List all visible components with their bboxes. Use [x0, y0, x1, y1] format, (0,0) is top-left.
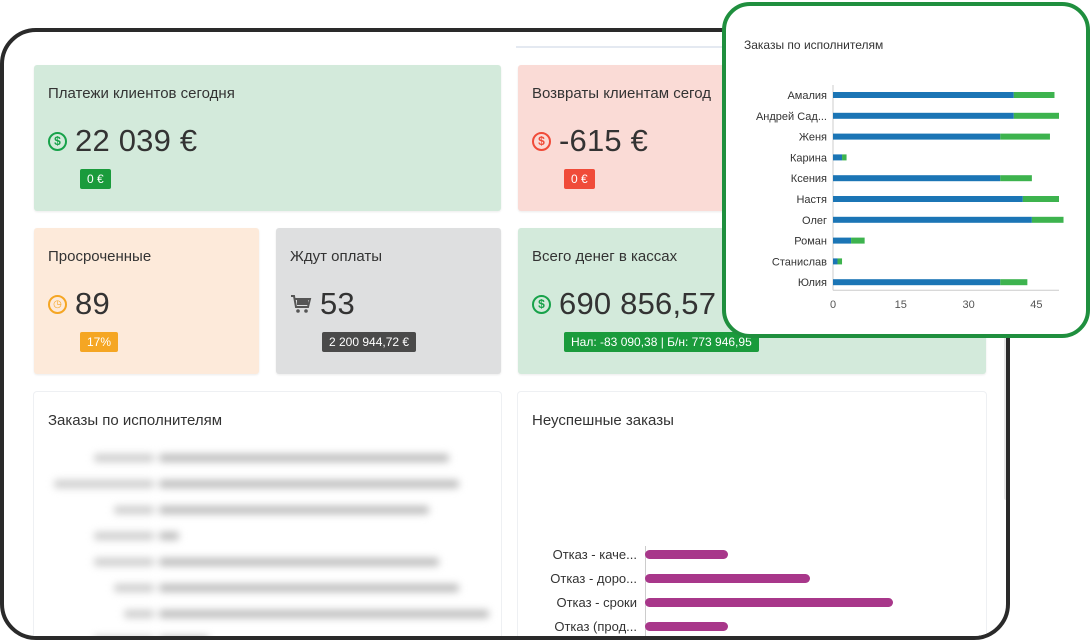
x-tick-label: 0: [830, 299, 836, 311]
refunds-today-badge: 0 €: [564, 169, 595, 189]
failed-orders-bar: [645, 550, 728, 559]
awaiting-payment-title: Ждут оплаты: [290, 248, 383, 265]
executor-bar-segment: [833, 279, 1001, 286]
payments-today-card[interactable]: Платежи клиентов сегодня $ 22 039 € 0 €: [34, 65, 501, 211]
dollar-icon: $: [48, 131, 67, 151]
orders-by-executors-title: Заказы по исполнителям: [48, 412, 223, 429]
overdue-value: 89: [75, 286, 110, 321]
executor-bar-segment: [1000, 133, 1050, 140]
executor-bar-segment: [833, 175, 1001, 182]
executor-bar-segment: [1013, 92, 1055, 98]
executor-label: Ксения: [791, 173, 827, 185]
executor-label: Андрей Сад...: [756, 111, 827, 123]
executor-bar-segment: [1031, 216, 1064, 223]
payments-today-badge: 0 €: [80, 169, 111, 189]
executor-bar-segment: [833, 92, 1014, 98]
executor-bar-segment: [1000, 175, 1032, 182]
failed-orders-title: Неуспешные заказы: [532, 412, 674, 429]
dollar-icon: $: [532, 131, 551, 151]
executor-bar-segment: [833, 258, 838, 265]
awaiting-payment-card[interactable]: Ждут оплаты 53 2 200 944,72 €: [276, 228, 501, 374]
cart-icon: [291, 295, 312, 313]
failed-orders-bar: [645, 598, 893, 607]
failed-orders-panel: Неуспешные заказы Отказ - каче... Отказ -…: [518, 392, 986, 636]
executor-label: Женя: [799, 132, 827, 144]
cash-total-value: 690 856,57: [559, 286, 717, 321]
cash-total-title: Всего денег в кассах: [532, 248, 678, 265]
executor-bar-segment: [833, 237, 852, 244]
executor-label: Карина: [790, 152, 828, 164]
payments-today-value: 22 039 €: [75, 123, 198, 158]
executor-bar-segment: [1000, 279, 1028, 286]
executor-bar-segment: [833, 133, 1001, 140]
executor-label: Амалия: [787, 90, 827, 102]
failed-orders-bar: [645, 622, 728, 631]
failed-orders-category-label: Отказ - сроки: [556, 595, 637, 610]
awaiting-payment-value: 53: [320, 286, 355, 321]
refunds-today-title: Возвраты клиентам сегод: [532, 85, 711, 102]
executor-label: Настя: [796, 194, 827, 206]
executor-bar-segment: [833, 196, 1023, 202]
clock-icon: ◷: [48, 294, 67, 314]
dollar-icon: $: [532, 294, 551, 314]
overdue-title: Просроченные: [48, 248, 152, 265]
failed-orders-category-label: Отказ - доро...: [550, 571, 637, 586]
failed-orders-category-label: Отказ (прод...: [554, 619, 637, 634]
executor-bar-segment: [851, 237, 865, 244]
cash-total-badge: Нал: -83 090,38 | Б/н: 773 946,95: [564, 332, 759, 352]
executor-label: Юлия: [798, 277, 827, 289]
executor-bar-segment: [833, 216, 1032, 223]
executor-bar-segment: [833, 154, 843, 161]
awaiting-payment-badge: 2 200 944,72 €: [322, 332, 417, 352]
top-divider: [516, 46, 726, 48]
executor-bar-segment: [833, 112, 1014, 119]
executor-label: Олег: [802, 215, 827, 227]
failed-orders-category-label: Отказ - каче...: [552, 547, 637, 562]
executor-bar-segment: [842, 154, 847, 161]
failed-orders-bar: [645, 574, 810, 583]
executor-bar-segment: [1022, 196, 1059, 202]
zoomed-orders-chart-callout: Заказы по исполнителям Амалия Андрей Сад.…: [722, 2, 1090, 338]
executor-bar-segment: [1013, 112, 1059, 119]
executor-label: Станислав: [772, 256, 827, 268]
x-tick-label: 45: [1030, 299, 1042, 311]
overdue-card[interactable]: Просроченные ◷ 89 17%: [34, 228, 259, 374]
refunds-today-value: -615 €: [559, 123, 649, 158]
blurred-chart: [34, 442, 501, 636]
x-tick-label: 15: [895, 299, 907, 311]
executor-label: Роман: [794, 236, 827, 248]
x-tick-label: 30: [962, 299, 974, 311]
executor-bar-segment: [837, 258, 843, 265]
overdue-badge: 17%: [80, 332, 119, 352]
payments-today-title: Платежи клиентов сегодня: [48, 85, 235, 102]
orders-by-executors-panel: Заказы по исполнителям: [34, 392, 501, 636]
zoomed-orders-chart: Амалия Андрей Сад... Женя Карина Ксения Настя…: [756, 85, 1064, 311]
